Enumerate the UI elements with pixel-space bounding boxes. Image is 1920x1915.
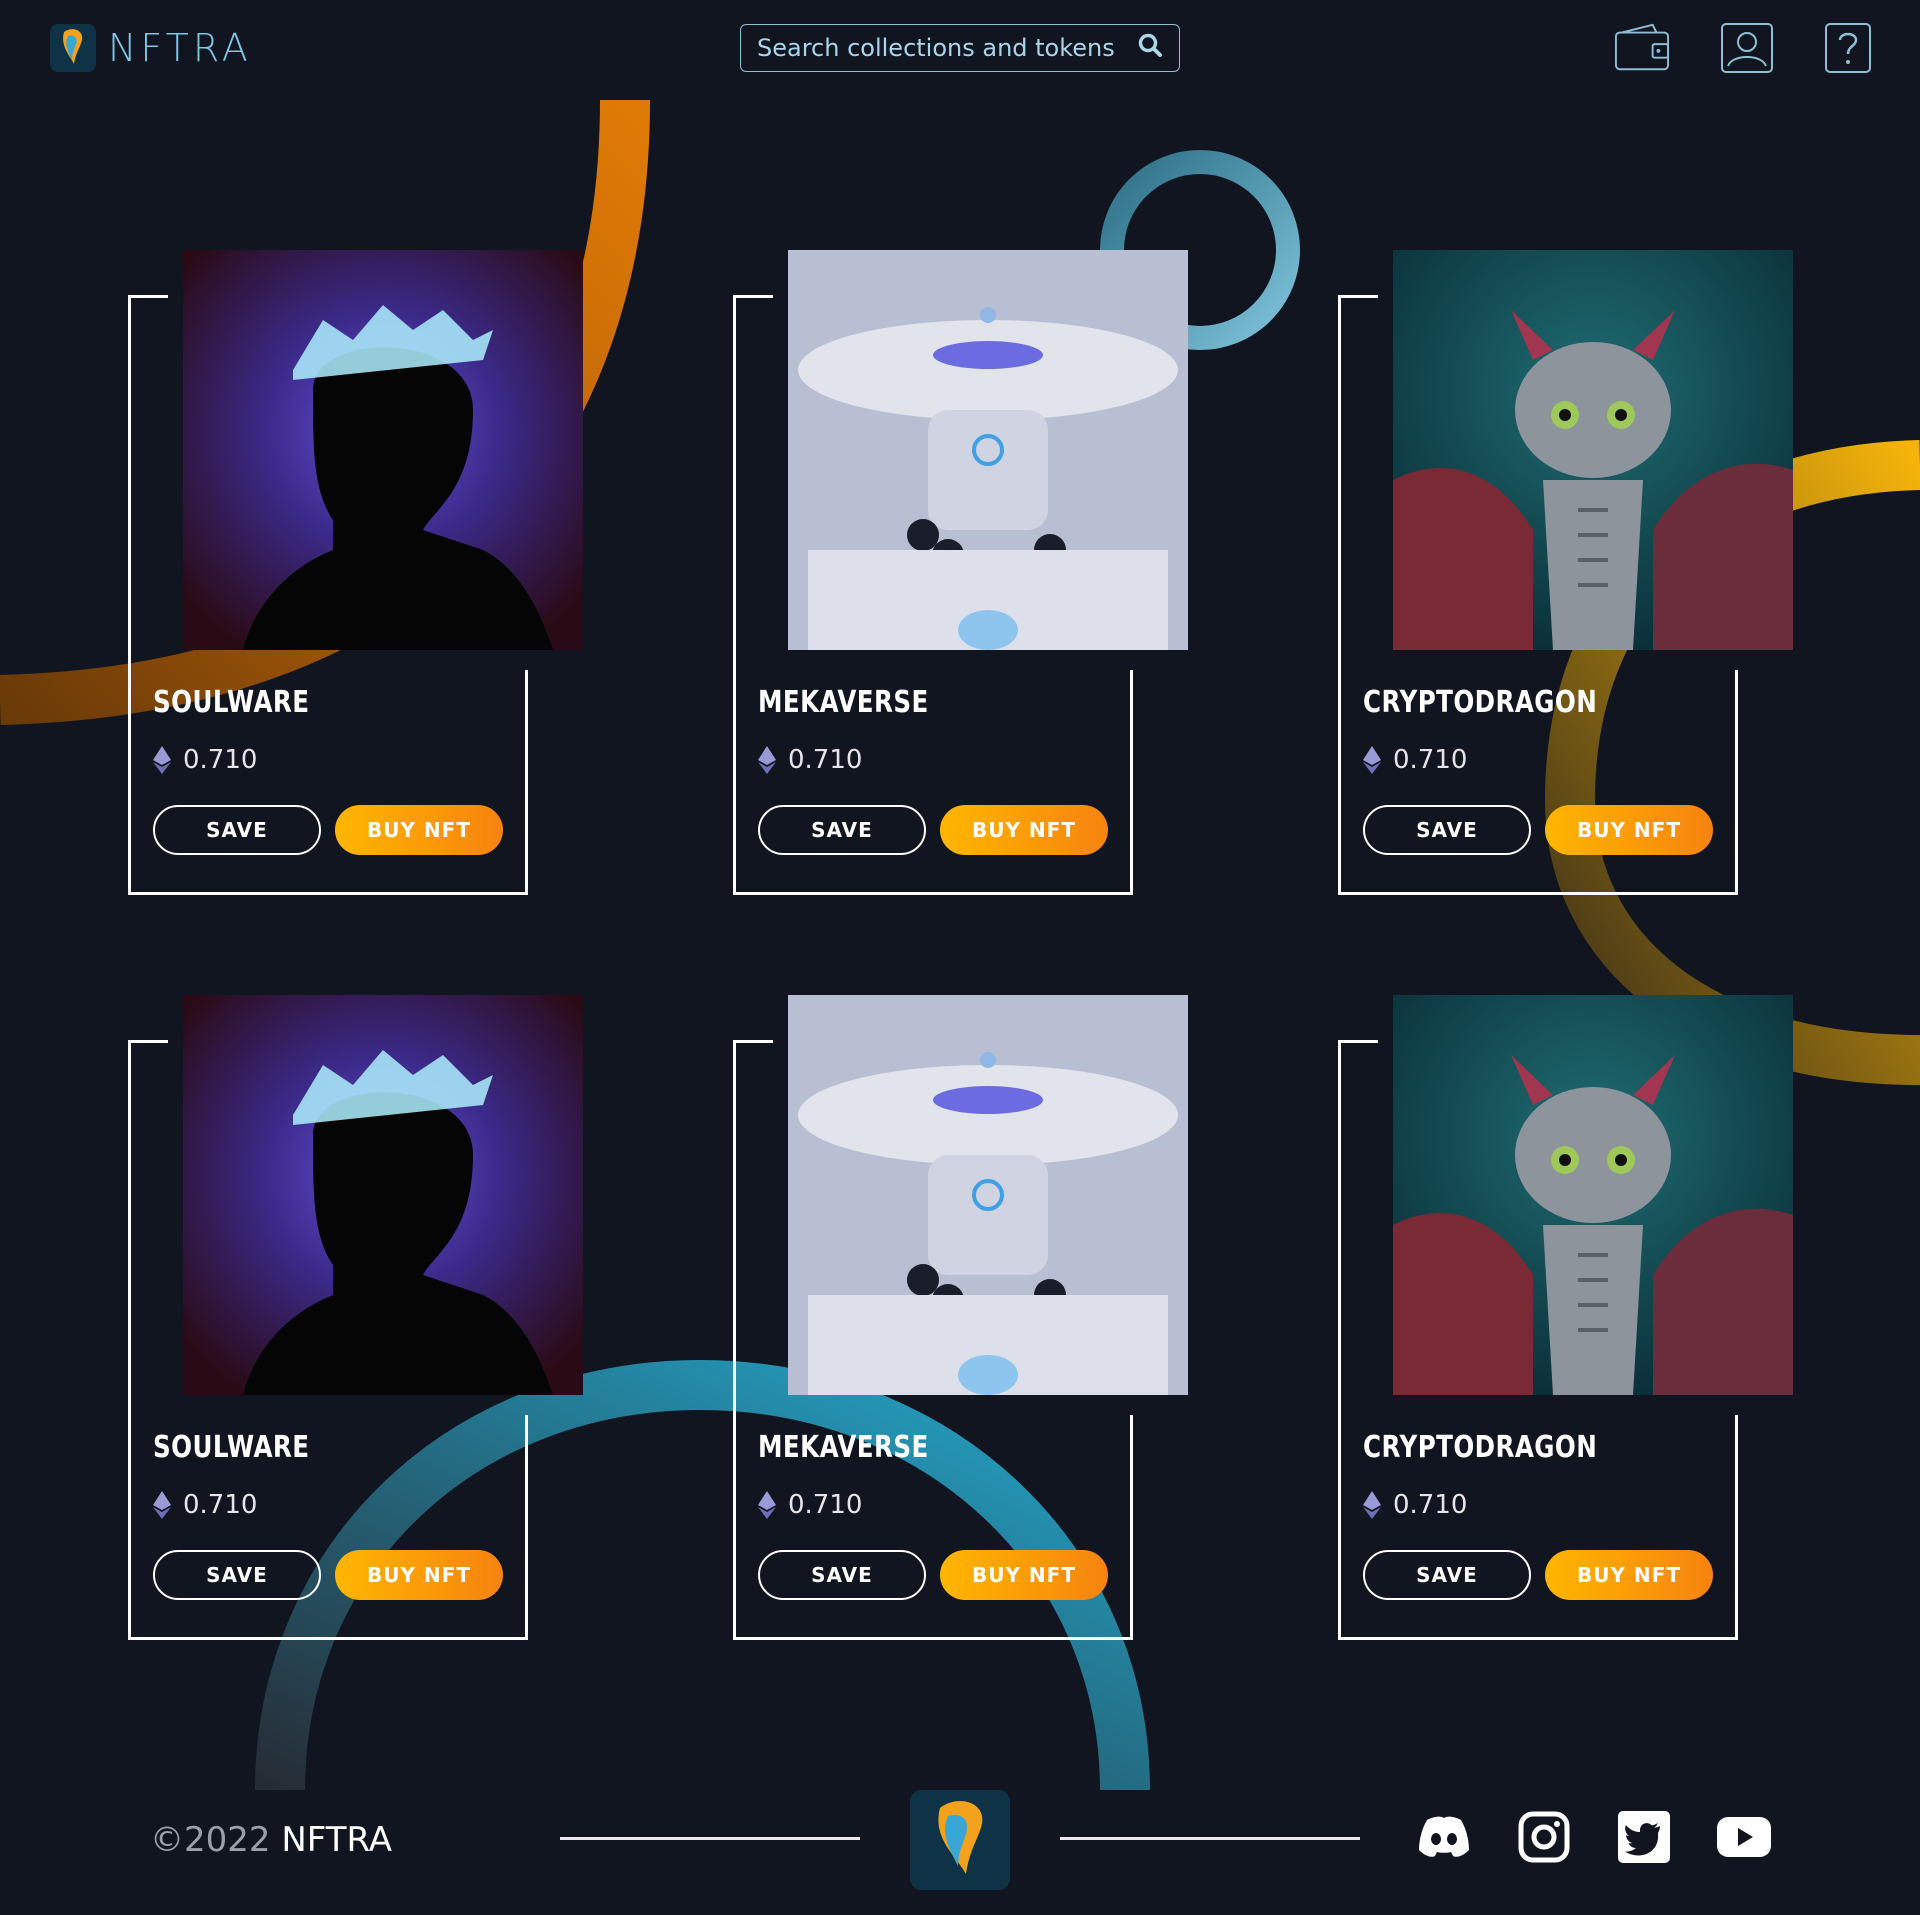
save-button[interactable]: SAVE [153,1550,321,1600]
save-button[interactable]: SAVE [758,1550,926,1600]
nft-card: CRYPTODRAGON 0.710 SAVE BUY NFT [1338,250,1793,910]
copyright-year: ©2022 [150,1820,271,1860]
buy-nft-button[interactable]: BUY NFT [940,805,1108,855]
nft-name: SOULWARE [153,685,310,720]
ethereum-icon [153,1491,171,1519]
ethereum-icon [758,1491,776,1519]
nft-price: 0.710 [153,745,257,775]
nft-image-cryptodragon[interactable] [1393,250,1793,650]
nft-price-value: 0.710 [1393,745,1468,775]
nft-name: SOULWARE [153,1430,310,1465]
save-button[interactable]: SAVE [1363,805,1531,855]
footer-divider [1060,1837,1360,1840]
nft-price-value: 0.710 [183,1490,258,1520]
search-placeholder: Search collections and tokens [757,34,1115,62]
footer-divider [560,1837,860,1840]
youtube-icon[interactable] [1717,1810,1771,1864]
buy-nft-button[interactable]: BUY NFT [335,1550,503,1600]
buy-nft-button[interactable]: BUY NFT [1545,1550,1713,1600]
search-icon[interactable] [1137,32,1163,64]
nft-card: MEKAVERSE 0.710 SAVE BUY NFT [733,250,1188,910]
copyright-text: ©2022 NFTRA [150,1820,392,1860]
nft-card: CRYPTODRAGON 0.710 SAVE BUY NFT [1338,995,1793,1655]
save-button[interactable]: SAVE [1363,1550,1531,1600]
nft-card: MEKAVERSE 0.710 SAVE BUY NFT [733,995,1188,1655]
nft-price: 0.710 [153,1490,257,1520]
nft-price: 0.710 [758,1490,862,1520]
ethereum-icon [1363,746,1381,774]
buy-nft-button[interactable]: BUY NFT [940,1550,1108,1600]
nft-image-mekaverse[interactable] [788,995,1188,1395]
ethereum-icon [153,746,171,774]
save-button[interactable]: SAVE [153,805,321,855]
buy-nft-button[interactable]: BUY NFT [1545,805,1713,855]
nft-image-soulware[interactable] [183,250,583,650]
nft-price: 0.710 [1363,1490,1467,1520]
nft-price: 0.710 [1363,745,1467,775]
save-button[interactable]: SAVE [758,805,926,855]
nft-image-mekaverse[interactable] [788,250,1188,650]
nft-price: 0.710 [758,745,862,775]
buy-nft-button[interactable]: BUY NFT [335,805,503,855]
nft-image-cryptodragon[interactable] [1393,995,1793,1395]
nft-card: SOULWARE 0.710 SAVE BUY NFT [128,250,583,910]
twitter-icon[interactable] [1617,1810,1671,1864]
nft-card: SOULWARE 0.710 SAVE BUY NFT [128,995,583,1655]
nft-price-value: 0.710 [788,1490,863,1520]
user-icon[interactable] [1719,22,1775,74]
ethereum-icon [1363,1491,1381,1519]
nft-name: MEKAVERSE [758,1430,929,1465]
nft-name: CRYPTODRAGON [1363,1430,1598,1465]
logo-icon [50,24,96,72]
nft-name: MEKAVERSE [758,685,929,720]
brand-logo[interactable]: NFTRA [50,24,252,72]
instagram-icon[interactable] [1517,1810,1571,1864]
discord-icon[interactable] [1417,1810,1471,1864]
nft-price-value: 0.710 [788,745,863,775]
brand-name: NFTRA [108,26,252,70]
nft-price-value: 0.710 [183,745,258,775]
copyright-brand: NFTRA [281,1820,393,1860]
search-input[interactable]: Search collections and tokens [740,24,1180,72]
help-icon[interactable] [1820,22,1876,74]
nft-price-value: 0.710 [1393,1490,1468,1520]
ethereum-icon [758,746,776,774]
nft-image-soulware[interactable] [183,995,583,1395]
footer-logo-icon[interactable] [910,1790,1010,1890]
wallet-icon[interactable] [1614,22,1670,74]
nft-name: CRYPTODRAGON [1363,685,1598,720]
